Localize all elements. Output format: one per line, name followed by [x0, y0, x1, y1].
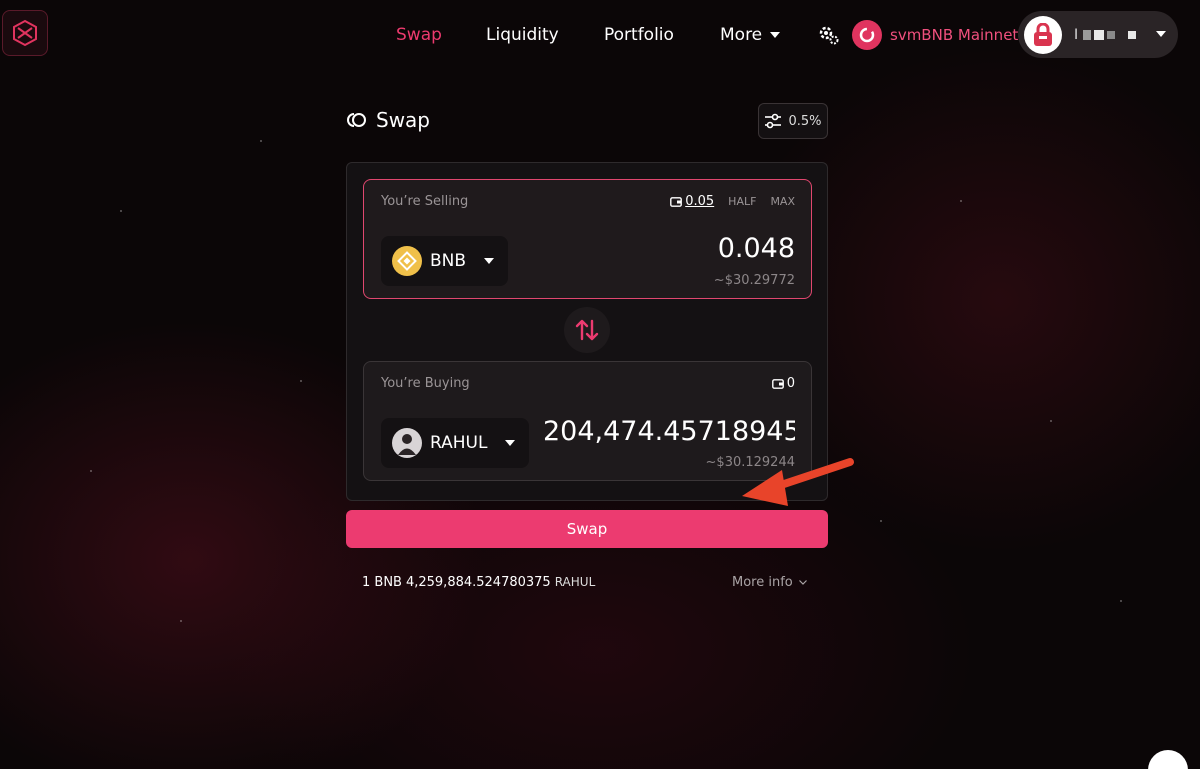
slippage-value: 0.5%: [788, 113, 822, 129]
wallet-icon: [771, 378, 784, 389]
bnb-token-icon: [392, 246, 422, 276]
sell-token-selector[interactable]: BNB: [381, 236, 509, 286]
wallet-address-prefix: I: [1074, 26, 1079, 43]
slippage-settings-button[interactable]: 0.5%: [758, 103, 828, 139]
max-button[interactable]: MAX: [770, 195, 795, 208]
buy-token-selector[interactable]: RAHUL: [381, 418, 530, 468]
network-label: svmBNB Mainnet: [890, 26, 1019, 44]
swap-card: You’re Selling 0.05 HALF MAX BNB 0.048 ~…: [346, 162, 828, 501]
sell-panel: You’re Selling 0.05 HALF MAX BNB 0.048 ~…: [363, 179, 812, 299]
sell-label: You’re Selling: [381, 194, 469, 209]
sell-usd-value: ~$30.29772: [713, 273, 795, 288]
buy-label: You’re Buying: [381, 376, 470, 391]
nav-more-label: More: [720, 25, 763, 45]
nav-portfolio[interactable]: Portfolio: [604, 23, 674, 47]
exchange-rate: 1 BNB 4,259,884.524780375 RAHUL: [362, 575, 595, 590]
sell-amount-input[interactable]: 0.048: [718, 233, 795, 264]
logo-icon: [13, 19, 37, 47]
chevron-down-icon: [484, 258, 495, 264]
half-button[interactable]: HALF: [728, 195, 756, 208]
annotation-arrow-icon: [742, 458, 854, 506]
nav-swap[interactable]: Swap: [396, 23, 442, 47]
buy-balance: 0: [771, 376, 795, 391]
chevron-down-icon: [770, 32, 781, 38]
app-logo[interactable]: [2, 10, 48, 56]
buy-balance-value: 0: [786, 376, 795, 391]
settings-gear-icon[interactable]: [818, 24, 840, 46]
rate-quote: RAHUL: [554, 575, 596, 589]
sliders-icon: [765, 113, 782, 129]
wallet-button[interactable]: I: [1018, 11, 1178, 58]
nav-liquidity[interactable]: Liquidity: [486, 23, 559, 47]
more-info-label: More info: [732, 575, 793, 590]
lock-avatar-icon: [1024, 15, 1062, 54]
buy-token-name: RAHUL: [430, 433, 488, 453]
swap-circle-icon: [347, 113, 366, 127]
network-icon: [852, 20, 882, 50]
chevron-down-icon: [798, 580, 807, 585]
swap-arrows-icon: [575, 319, 599, 341]
buy-amount-output: 204,474.457189458: [543, 416, 795, 447]
buy-balance-row: 0: [771, 376, 795, 391]
nav-more[interactable]: More: [720, 23, 781, 47]
page-title: Swap: [376, 108, 431, 132]
network-selector[interactable]: svmBNB Mainnet: [852, 19, 1018, 51]
swap-title-row: Swap: [346, 108, 430, 132]
sell-balance-row: 0.05 HALF MAX: [670, 194, 795, 209]
rate-value: 4,259,884.524780375: [405, 575, 551, 590]
rate-base: 1 BNB: [362, 575, 402, 590]
wallet-address: I: [1074, 26, 1137, 43]
switch-direction-button[interactable]: [564, 307, 610, 353]
more-info-toggle[interactable]: More info: [732, 575, 807, 590]
sell-balance[interactable]: 0.05: [670, 194, 714, 209]
sell-balance-value: 0.05: [685, 194, 715, 209]
rahul-token-avatar-icon: [392, 428, 422, 458]
chevron-down-icon: [505, 440, 516, 446]
wallet-chevron-down-icon: [1156, 31, 1166, 37]
sell-token-name: BNB: [430, 251, 467, 271]
wallet-icon: [670, 196, 683, 207]
